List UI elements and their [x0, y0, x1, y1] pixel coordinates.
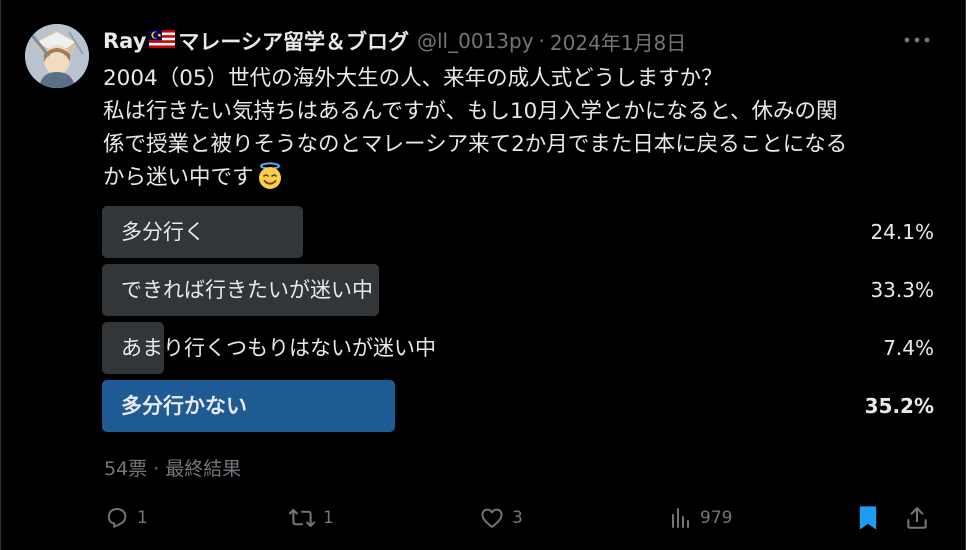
heart-icon	[481, 508, 503, 528]
display-name-suffix[interactable]: マレーシア留学＆ブログ	[178, 26, 409, 56]
poll-option-winner: 多分行かない 35.2%	[102, 380, 934, 432]
share-button[interactable]	[904, 500, 930, 536]
poll-option-label: あまり行くつもりはないが迷い中	[121, 336, 436, 360]
poll-option-label: 多分行かない	[121, 394, 247, 418]
views-button[interactable]: 979	[669, 500, 732, 536]
tweet-card: Ray マレーシア留学＆ブログ @ll_0013py · 2024年1月8日 2…	[0, 0, 966, 550]
like-button[interactable]: 3	[479, 500, 523, 536]
reply-count: 1	[137, 508, 148, 528]
tweet-text-line: 2004（05）世代の海外大生の人、来年の成人式どうしますか？	[103, 66, 723, 91]
more-icon	[904, 37, 930, 43]
poll-option-percent: 7.4%	[883, 336, 934, 360]
tweet-header: Ray マレーシア留学＆ブログ @ll_0013py · 2024年1月8日	[103, 26, 686, 56]
tweet-text-line: から迷い中です	[103, 161, 943, 200]
poll-option-percent: 33.3%	[870, 278, 934, 302]
action-bar: 1 1 3 979	[1, 500, 966, 536]
more-options-button[interactable]	[899, 28, 935, 52]
retweet-button[interactable]: 1	[288, 500, 334, 536]
bookmark-button[interactable]	[856, 500, 880, 536]
poll-option: 多分行く 24.1%	[102, 206, 934, 258]
share-icon	[907, 507, 927, 529]
poll-option-label: 多分行く	[121, 220, 205, 244]
reply-icon	[107, 508, 127, 528]
poll-option: あまり行くつもりはないが迷い中 7.4%	[102, 322, 934, 374]
reply-button[interactable]: 1	[104, 500, 148, 536]
poll: 多分行く 24.1% できれば行きたいが迷い中 33.3% あまり行くつもりはな…	[102, 206, 934, 438]
poll-option-percent: 35.2%	[864, 394, 934, 418]
tweet-text: 2004（05）世代の海外大生の人、来年の成人式どうしますか？ 私は行きたい気持…	[103, 62, 943, 200]
poll-option-label: できれば行きたいが迷い中	[121, 278, 373, 302]
poll-option-percent: 24.1%	[870, 220, 934, 244]
retweet-count: 1	[323, 508, 334, 528]
retweet-icon	[288, 508, 316, 528]
poll-footer: 54票 · 最終結果	[104, 458, 242, 480]
tweet-date[interactable]: 2024年1月8日	[550, 27, 686, 56]
tweet-text-line: 係で授業と被りそうなのとマレーシア来て2か月でまた日本に戻ることになる	[103, 132, 848, 157]
avatar[interactable]	[25, 24, 89, 88]
views-chart-icon	[672, 508, 689, 528]
avatar-image	[25, 24, 89, 88]
display-name[interactable]: Ray	[103, 29, 146, 53]
view-count: 979	[700, 508, 733, 528]
user-handle[interactable]: @ll_0013py	[417, 29, 534, 53]
tweet-text-line: 私は行きたい気持ちはあるんですが、もし10月入学とかになると、休みの関	[103, 99, 838, 124]
like-count: 3	[512, 508, 523, 528]
bookmark-icon	[859, 506, 877, 530]
tweet-text-line-content: から迷い中です	[103, 165, 254, 190]
poll-option: できれば行きたいが迷い中 33.3%	[102, 264, 934, 316]
smiling-face-with-halo-icon	[256, 162, 284, 200]
separator-dot: ·	[538, 29, 545, 53]
malaysia-flag-icon	[149, 30, 176, 52]
